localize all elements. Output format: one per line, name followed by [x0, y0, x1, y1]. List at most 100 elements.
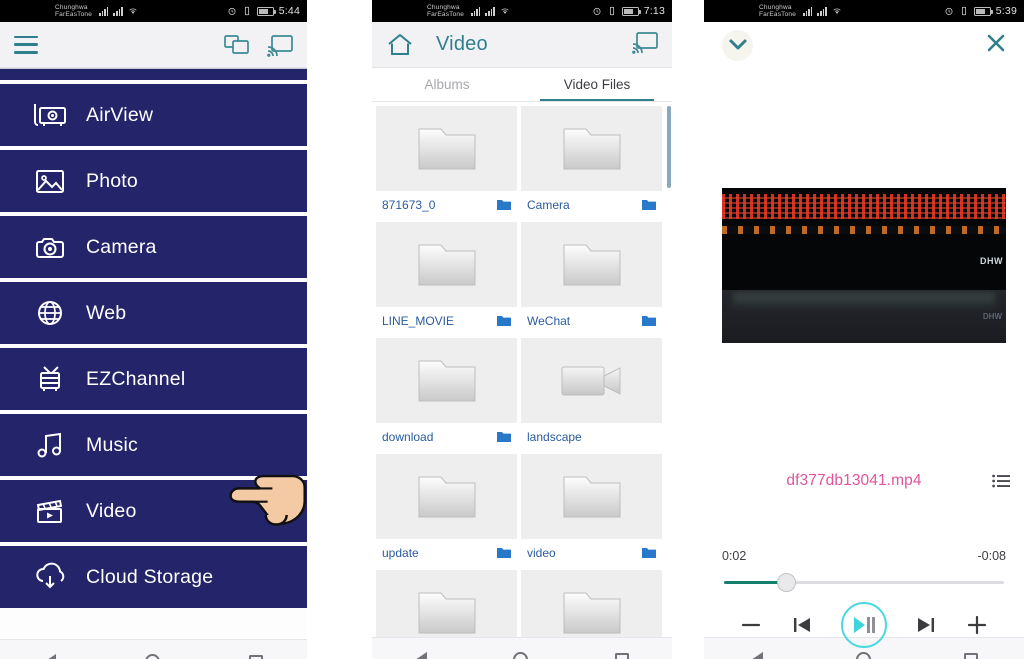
vibrate-icon: [961, 6, 966, 16]
skip-previous-icon[interactable]: [791, 615, 813, 635]
status-bar: Chunghwa FarEasTone 5:39: [704, 0, 1024, 22]
sidebar-item-label: Cloud Storage: [86, 565, 214, 588]
sidebar-item-camera[interactable]: Camera: [0, 216, 307, 278]
media-filename: df377db13041.mp4: [786, 472, 922, 489]
signal-icons: [99, 6, 138, 16]
folder-icon: [376, 106, 517, 191]
recents-square-icon[interactable]: [963, 652, 978, 659]
video-preview[interactable]: DHW DHW: [722, 188, 1006, 343]
folder-name: 871673_0: [382, 197, 436, 212]
vibrate-icon: [609, 6, 614, 16]
signal-icons: [803, 6, 842, 16]
video-cell[interactable]: landscape: [521, 338, 662, 450]
folder-cell[interactable]: video: [521, 454, 662, 566]
sidebar-item-video[interactable]: Video: [0, 474, 307, 542]
folder-badge-icon: [642, 200, 656, 210]
back-triangle-icon[interactable]: [415, 651, 428, 659]
browser-toolbar: Video: [372, 22, 672, 68]
folder-cell[interactable]: Camera: [521, 106, 662, 218]
seek-progress: [724, 581, 783, 584]
folder-cell[interactable]: WeChat: [521, 222, 662, 334]
tv-channel-icon: [30, 364, 72, 394]
back-triangle-icon[interactable]: [44, 653, 57, 659]
android-nav-bar: [372, 637, 672, 659]
cast-icon[interactable]: [267, 33, 293, 57]
sidebar-item-airview[interactable]: AirView: [0, 84, 307, 146]
folder-icon: [376, 338, 517, 423]
vibrate-icon: [244, 6, 249, 16]
vertical-scrollbar[interactable]: [667, 106, 671, 188]
sidebar-item-label: EZChannel: [86, 367, 186, 390]
seek-handle[interactable]: [777, 573, 797, 592]
carrier-label: Chunghwa FarEasTone: [759, 3, 797, 19]
minus-icon[interactable]: [740, 614, 762, 636]
battery-icon: [973, 6, 993, 16]
folder-icon: [521, 454, 662, 539]
folder-name: LINE_MOVIE: [382, 313, 455, 328]
folder-cell[interactable]: [376, 570, 517, 637]
folder-cell[interactable]: [521, 570, 662, 637]
alarm-icon: [945, 7, 953, 15]
airview-projector-icon: [30, 100, 72, 130]
folder-caption: WeChat: [521, 307, 662, 334]
folder-icon: [521, 570, 662, 637]
sidebar-item-label: Photo: [86, 169, 138, 192]
back-triangle-icon[interactable]: [750, 651, 763, 659]
close-x-icon[interactable]: [986, 33, 1006, 58]
player-body: DHW DHW df377db13041.mp4 0:02 -0:08: [704, 68, 1024, 648]
folder-cell[interactable]: LINE_MOVIE: [376, 222, 517, 334]
hamburger-menu-icon[interactable]: [14, 35, 38, 54]
battery-icon: [256, 6, 276, 16]
home-circle-icon[interactable]: [513, 652, 529, 659]
folder-name: video: [527, 545, 556, 560]
folder-badge-icon: [497, 316, 511, 326]
wifi-icon: [129, 8, 137, 14]
filename-row: df377db13041.mp4: [704, 472, 1024, 490]
video-frame: DHW DHW: [722, 188, 1006, 343]
sidebar-item-web[interactable]: Web: [0, 282, 307, 344]
folder-badge-icon: [497, 432, 511, 442]
home-circle-icon[interactable]: [144, 654, 160, 659]
wifi-icon: [501, 8, 509, 14]
alarm-icon: [228, 7, 236, 15]
status-time: 5:44: [278, 5, 300, 17]
signal-bars-1-icon: [803, 7, 813, 16]
android-nav-bar: [0, 639, 307, 659]
folder-caption: update: [376, 539, 517, 566]
tab-video-files[interactable]: Video Files: [522, 68, 672, 101]
recents-square-icon[interactable]: [248, 654, 263, 659]
folder-cell[interactable]: update: [376, 454, 517, 566]
signal-bars-2-icon: [485, 7, 495, 16]
home-circle-icon[interactable]: [855, 652, 871, 659]
battery-icon: [621, 6, 641, 16]
wifi-icon: [833, 8, 841, 14]
folder-cell[interactable]: download: [376, 338, 517, 450]
skip-next-icon[interactable]: [915, 615, 937, 635]
home-icon[interactable]: [386, 32, 414, 58]
sidebar-item-ezchannel[interactable]: EZChannel: [0, 348, 307, 410]
toolbar-icons: [224, 33, 293, 57]
panel-gap: [307, 0, 372, 659]
playlist-icon[interactable]: [990, 474, 1010, 488]
video-clapper-icon: [30, 496, 72, 526]
video-floor-reflection: [722, 290, 1006, 343]
plus-icon[interactable]: [966, 614, 988, 636]
folder-caption: 871673_0: [376, 191, 517, 218]
recents-square-icon[interactable]: [614, 652, 629, 659]
chevron-down-icon[interactable]: [722, 29, 753, 61]
play-pause-icon[interactable]: [840, 602, 887, 648]
sidebar-item-music[interactable]: Music: [0, 414, 307, 476]
screen-mirror-icon[interactable]: [224, 33, 250, 57]
signal-icons: [471, 6, 510, 16]
tab-albums[interactable]: Albums: [372, 68, 522, 101]
cast-icon[interactable]: [632, 30, 658, 59]
status-bar: Chunghwa FarEasTone 5:44: [0, 0, 307, 22]
menu-item-partial[interactable]: [0, 68, 307, 80]
folder-name: update: [382, 545, 419, 560]
sidebar-item-cloud-storage[interactable]: Cloud Storage: [0, 546, 307, 608]
screenshot-root: Chunghwa FarEasTone 5:44 AirView Photo C…: [0, 0, 1024, 659]
signal-bars-1-icon: [471, 7, 481, 16]
sidebar-item-photo[interactable]: Photo: [0, 150, 307, 212]
folder-cell[interactable]: 871673_0: [376, 106, 517, 218]
seek-bar[interactable]: [724, 573, 1004, 592]
